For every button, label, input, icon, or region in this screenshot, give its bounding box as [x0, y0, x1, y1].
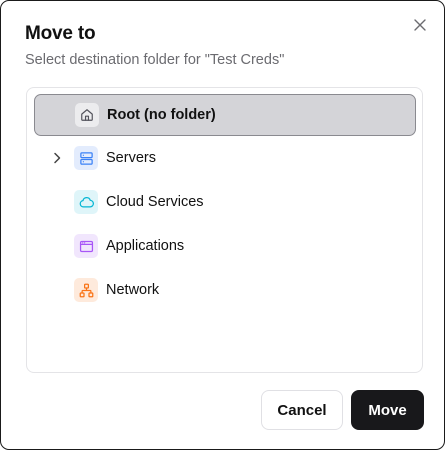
- folder-label: Root (no folder): [107, 107, 216, 123]
- folder-tree: Root (no folder) Servers Cloud Services …: [26, 87, 423, 373]
- network-icon: [79, 283, 93, 297]
- cloud-icon-badge: [74, 190, 98, 214]
- dialog-title: Move to: [25, 23, 96, 44]
- folder-row-applications[interactable]: Applications: [34, 226, 416, 268]
- server-icon-badge: [74, 146, 98, 170]
- folder-label: Network: [106, 282, 160, 298]
- folder-label: Servers: [106, 150, 156, 166]
- home-icon-badge: [75, 103, 99, 127]
- folder-row-root[interactable]: Root (no folder): [34, 94, 416, 136]
- expand-chevron[interactable]: [50, 151, 64, 165]
- folder-label: Cloud Services: [106, 194, 204, 210]
- folder-row-cloud-services[interactable]: Cloud Services: [34, 182, 416, 224]
- app-window-icon-badge: [74, 234, 98, 258]
- server-icon: [79, 151, 93, 165]
- cloud-icon: [79, 196, 94, 207]
- folder-row-network[interactable]: Network: [34, 270, 416, 312]
- cancel-button[interactable]: Cancel: [261, 390, 343, 430]
- network-icon-badge: [74, 278, 98, 302]
- folder-label: Applications: [106, 238, 185, 254]
- chevron-right-icon: [54, 152, 61, 164]
- move-button[interactable]: Move: [351, 390, 424, 430]
- home-icon: [81, 109, 93, 121]
- close-icon: [414, 19, 426, 31]
- close-button[interactable]: [412, 17, 428, 33]
- app-window-icon: [79, 240, 93, 252]
- folder-row-servers[interactable]: Servers: [34, 138, 416, 180]
- move-to-dialog: Move to Select destination folder for "T…: [0, 0, 445, 450]
- dialog-subtitle: Select destination folder for "Test Cred…: [25, 52, 285, 68]
